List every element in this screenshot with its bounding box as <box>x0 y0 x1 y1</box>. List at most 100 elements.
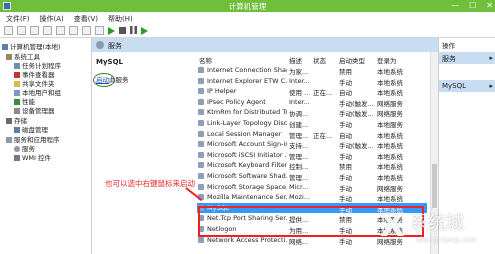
stop-service-icon[interactable] <box>119 27 126 34</box>
service-row[interactable]: Microsoft Keyboard Filter 控制... 禁用 本地系统 <box>197 160 427 172</box>
menu-file[interactable]: 文件(F) <box>6 14 30 24</box>
service-startup-type: 手动 <box>339 121 352 129</box>
up-icon[interactable] <box>30 26 39 35</box>
storage-icon <box>6 118 12 124</box>
service-logon-as: 网络服务 <box>377 99 403 108</box>
navigation-tree: 计算机管理(本地) 系统工具 任务计划程序 事件查看器 共享文件夹 本地用户和组… <box>0 38 92 254</box>
gear-icon <box>96 41 104 49</box>
menu-view[interactable]: 查看(V) <box>74 14 98 24</box>
export-icon[interactable] <box>69 26 78 35</box>
actions-mysql[interactable]: MySQL ▸ <box>439 80 495 92</box>
service-name: Link-Layer Topology Disc... <box>207 119 287 127</box>
service-name: KtmRm for Distributed Tr... <box>207 108 287 117</box>
service-gear-icon <box>198 67 204 73</box>
collapse-arrow-icon[interactable]: ▸ <box>489 82 493 90</box>
service-description: Inter... <box>289 76 310 85</box>
service-logon-as: 本地系统 <box>377 163 403 172</box>
service-row[interactable]: Internet Connection Shari...为家... 禁用 本地系统 <box>197 65 427 76</box>
service-logon-as: 本地系统 <box>377 174 403 182</box>
column-description[interactable]: 描述 <box>289 55 302 65</box>
actions-services[interactable]: 服务 ▸ <box>439 52 495 64</box>
service-gear-icon <box>198 162 204 169</box>
service-row[interactable]: Microsoft Storage Space... Micr... 手动 网络服务 <box>197 182 427 193</box>
start-link-highlight <box>93 73 115 87</box>
column-status[interactable]: 状态 <box>313 55 326 65</box>
service-gear-icon <box>198 183 204 190</box>
service-gear-icon <box>198 236 204 243</box>
service-row[interactable]: Microsoft Software Shad... 管理... 手动 本地系统 <box>197 171 427 182</box>
service-name: Microsoft Software Shad... <box>207 172 287 180</box>
service-logon-as: 本地系统 <box>377 142 403 151</box>
column-startup-type[interactable]: 启动类型 <box>339 55 365 65</box>
service-startup-type: 手动 <box>339 184 352 193</box>
tree-device-manager[interactable]: 设备管理器 <box>14 105 55 115</box>
service-name: Microsoft Keyboard Filter <box>207 161 287 170</box>
service-logon-as: 网络服务 <box>377 110 403 119</box>
show-tree-icon[interactable] <box>43 26 52 35</box>
tree-disk-management[interactable]: 磁盘管理 <box>14 124 48 134</box>
service-description: 管理... <box>289 131 309 140</box>
service-gear-icon <box>198 109 204 116</box>
tree-root[interactable]: 计算机管理(本地) <box>2 41 61 51</box>
refresh-icon[interactable] <box>56 26 65 35</box>
service-row[interactable]: Mozilla Maintenance Ser... Mozi... 手动 本地系统 <box>197 192 427 204</box>
service-description: 支持... <box>289 142 309 151</box>
service-row[interactable]: Internet Explorer ETW C... Inter... 手动 本地系统 <box>197 76 427 87</box>
service-name: Microsoft Storage Space... <box>207 182 287 191</box>
service-name: Local Session Manager <box>207 129 282 138</box>
service-logon-as: 本地系统 <box>377 89 403 98</box>
start-service-icon[interactable] <box>108 27 115 35</box>
service-description: Mozi... <box>289 193 311 202</box>
service-logon-as: 本地系统 <box>377 78 403 87</box>
service-startup-type: 手动 <box>339 195 352 204</box>
service-startup-type: 手动(触发... <box>339 99 374 108</box>
service-description: 使用 ... <box>289 89 311 98</box>
service-startup-type: 自动 <box>339 89 352 98</box>
column-name[interactable]: 名称 <box>199 55 212 65</box>
menu-help[interactable]: 帮助(H) <box>108 14 133 24</box>
service-row[interactable]: Microsoft Account Sign-in... 支持... 手动(触发..… <box>197 139 427 151</box>
service-startup-type: 手动 <box>339 78 352 87</box>
title-bar: 计算机管理 — ☐ ✕ <box>0 0 495 12</box>
column-logon-as[interactable]: 登录为 <box>377 55 397 65</box>
service-description: 创建... <box>289 121 309 129</box>
service-logon-as: 本地系统 <box>377 195 403 204</box>
wmi-icon <box>14 155 20 161</box>
help-icon[interactable] <box>82 26 91 35</box>
collapse-arrow-icon[interactable]: ▸ <box>489 54 493 62</box>
service-startup-type: 禁用 <box>339 68 352 76</box>
annotation-text: 也可以选中右键鼠标来启动 <box>105 179 195 188</box>
toolbar <box>0 24 495 38</box>
back-icon[interactable] <box>4 26 13 35</box>
service-logon-as: 网络服务 <box>377 184 403 193</box>
service-row[interactable]: IP Helper 使用 ... 正在... 自动 本地系统 <box>197 86 427 98</box>
pause-service-icon[interactable] <box>130 26 137 34</box>
service-name: Microsoft Account Sign-in... <box>207 140 287 149</box>
service-logon-as: 本地系统 <box>377 152 403 161</box>
properties-icon[interactable] <box>95 26 104 35</box>
watermark-x: X <box>380 206 405 244</box>
close-button[interactable]: ✕ <box>486 1 493 10</box>
service-startup-type: 手动 <box>339 152 352 161</box>
service-row[interactable]: Microsoft iSCSI Initiator ... 管理... 手动 本地系统 <box>197 150 427 161</box>
restart-service-icon[interactable] <box>141 27 148 35</box>
scrollbar-thumb[interactable] <box>432 164 437 208</box>
service-description: 网络... <box>289 237 309 246</box>
service-row[interactable]: IPsec Policy Agent Inter... 手动(触发... 网络服务 <box>197 97 427 108</box>
service-description: Micr... <box>289 182 309 191</box>
watermark-logo: X 系统城 xitongcheng.com <box>380 206 495 254</box>
service-gear-icon <box>198 130 204 137</box>
service-status: 正在... <box>313 89 333 98</box>
service-gear-icon <box>198 141 204 148</box>
service-description: 管理... <box>289 174 309 182</box>
service-row[interactable]: Link-Layer Topology Disc... 创建... 手动 本地服务 <box>197 118 427 129</box>
tree-wmi-control[interactable]: WMI 控件 <box>14 152 51 162</box>
service-gear-icon <box>198 77 204 84</box>
service-row[interactable]: Local Session Manager 管理... 正在... 自动 本地系统 <box>197 129 427 140</box>
tools-icon <box>6 54 12 60</box>
service-row[interactable]: KtmRm for Distributed Tr... 协调... 手动(触发...… <box>197 107 427 119</box>
menu-action[interactable]: 操作(A) <box>40 14 64 24</box>
forward-icon[interactable] <box>17 26 26 35</box>
maximize-button[interactable]: ☐ <box>469 1 476 10</box>
minimize-button[interactable]: — <box>451 1 459 10</box>
